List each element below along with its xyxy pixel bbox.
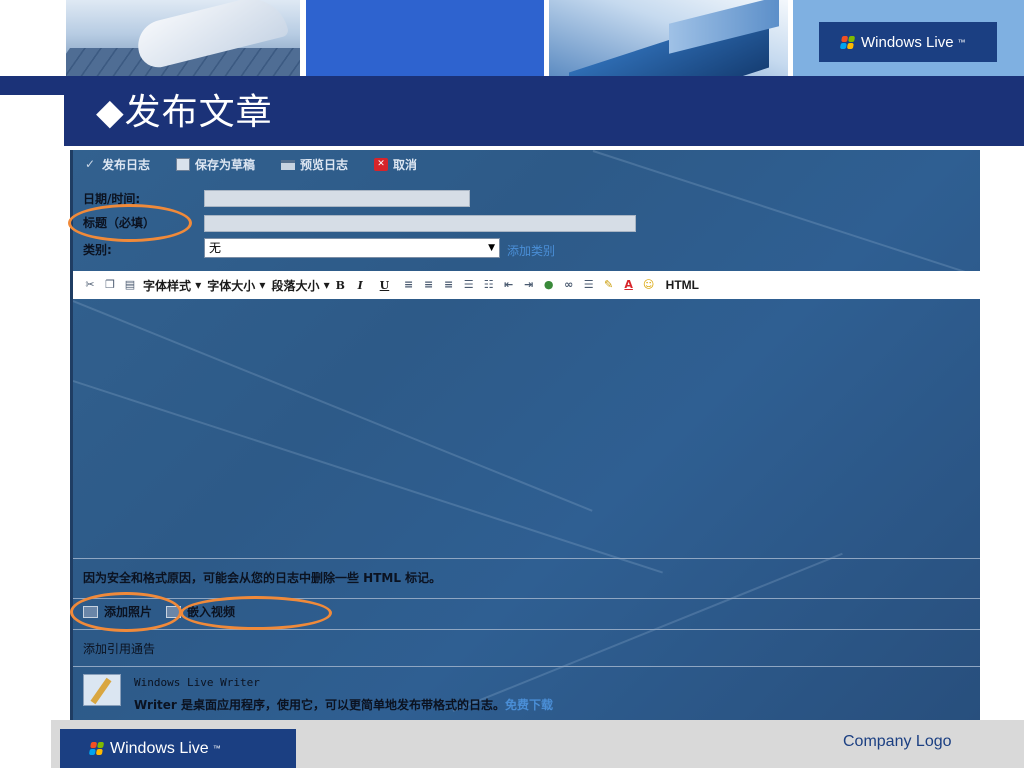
close-icon: ✕ xyxy=(374,158,389,171)
spellcheck-icon[interactable]: ✎ xyxy=(602,278,616,292)
paragraph-size-dropdown[interactable]: 段落大小 ▾ xyxy=(271,277,329,294)
divider xyxy=(73,666,980,667)
align-right-icon[interactable]: ≡ xyxy=(442,278,456,292)
numbered-list-icon[interactable]: ☰ xyxy=(462,278,476,292)
unlink-icon[interactable]: ∞ xyxy=(562,278,576,292)
preview-button[interactable]: 预览日志 xyxy=(281,156,348,173)
editor-toolbar: ✂ ❐ ▤ 字体样式 ▾ 字体大小 ▾ 段落大小 ▾ B I U ≡ ≡ ≡ ☰… xyxy=(73,271,980,299)
link-icon[interactable]: ● xyxy=(542,278,556,292)
category-select[interactable]: 无 ▼ xyxy=(204,238,500,258)
cut-icon[interactable]: ✂ xyxy=(83,278,97,292)
windows-flag-icon xyxy=(88,742,105,755)
category-label: 类别: xyxy=(83,243,112,257)
slide-title: ◆发布文章 xyxy=(96,92,273,133)
brand-text: Windows Live xyxy=(110,739,209,757)
highlight-ellipse-video xyxy=(180,596,332,630)
windows-live-logo-bottom: Windows Live ™ xyxy=(60,729,296,768)
writer-description: Writer 是桌面应用程序，使用它，可以更简单地发布带格式的日志。免费下载 xyxy=(134,698,554,712)
brand-text: Windows Live xyxy=(861,33,954,51)
check-icon: ✓ xyxy=(84,157,96,171)
save-icon xyxy=(176,158,191,171)
publish-button[interactable]: ✓ 发布日志 xyxy=(83,156,150,173)
highlight-ellipse-photo xyxy=(70,592,182,632)
divider xyxy=(73,629,980,630)
bullet-list-icon[interactable]: ☷ xyxy=(482,278,496,292)
blue-panel xyxy=(306,0,544,76)
align-center-icon[interactable]: ≡ xyxy=(422,278,436,292)
emoticon-icon[interactable]: ☺ xyxy=(642,278,656,292)
building-photo xyxy=(549,0,788,76)
date-field[interactable] xyxy=(204,190,470,207)
underline-button[interactable]: U xyxy=(380,279,396,292)
font-size-dropdown[interactable]: 字体大小 ▾ xyxy=(207,277,265,294)
paste-icon[interactable]: ▤ xyxy=(123,278,137,292)
add-trackback-link[interactable]: 添加引用通告 xyxy=(83,640,155,657)
preview-icon xyxy=(281,159,296,170)
blog-editor-screenshot: ✓ 发布日志 保存为草稿 预览日志 ✕ 取消 日期/时间: 标题（必填） 类别: 无… xyxy=(70,150,980,720)
html-warning-note: 因为安全和格式原因，可能会从您的日志中删除一些 HTML 标记。 xyxy=(83,571,442,585)
keyboard-photo xyxy=(66,0,300,76)
slide: Windows Live ™ ◆发布文章 ✓ 发布日志 保存为草稿 预览日志 ✕ 取消… xyxy=(0,0,1024,768)
company-logo: Company Logo xyxy=(843,733,952,750)
windows-live-logo-top: Windows Live ™ xyxy=(819,22,997,62)
bold-button[interactable]: B xyxy=(336,279,352,292)
italic-button[interactable]: I xyxy=(358,279,374,292)
highlight-ellipse-title xyxy=(68,204,192,242)
post-toolbar: ✓ 发布日志 保存为草稿 预览日志 ✕ 取消 xyxy=(83,156,417,173)
title-field[interactable] xyxy=(204,215,636,232)
text-color-icon[interactable]: A xyxy=(622,278,636,292)
free-download-link[interactable]: 免费下载 xyxy=(505,698,553,712)
editor-content-area[interactable] xyxy=(73,299,980,559)
windows-flag-icon xyxy=(839,35,856,49)
outdent-icon[interactable]: ⇤ xyxy=(502,278,516,292)
writer-pen-icon xyxy=(83,674,121,706)
html-button[interactable]: HTML xyxy=(666,278,699,292)
copy-icon[interactable]: ❐ xyxy=(103,278,117,292)
horizontal-rule-icon[interactable]: ☰ xyxy=(582,278,596,292)
font-style-dropdown[interactable]: 字体样式 ▾ xyxy=(143,277,201,294)
indent-icon[interactable]: ⇥ xyxy=(522,278,536,292)
cancel-button[interactable]: ✕ 取消 xyxy=(374,156,417,173)
add-category-link[interactable]: 添加类别 xyxy=(507,242,555,259)
writer-title: Windows Live Writer xyxy=(134,676,260,689)
save-draft-button[interactable]: 保存为草稿 xyxy=(176,156,255,173)
align-left-icon[interactable]: ≡ xyxy=(402,278,416,292)
chevron-down-icon: ▼ xyxy=(488,243,495,253)
